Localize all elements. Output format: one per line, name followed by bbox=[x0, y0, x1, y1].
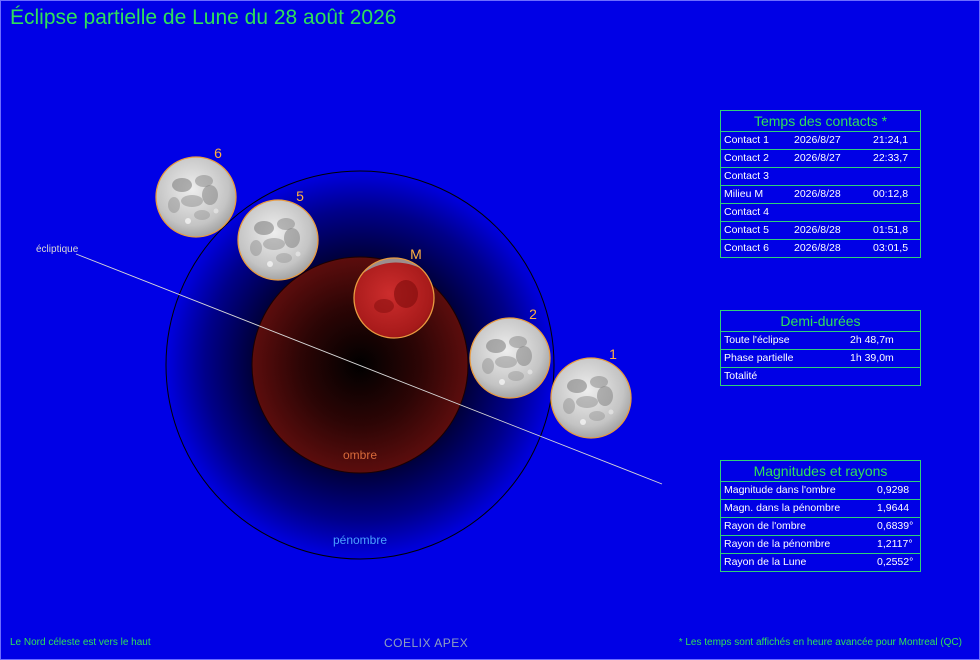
contacts-table: Temps des contacts * Contact 1 2026/8/27 2… bbox=[720, 110, 921, 258]
magnitudes-table: Magnitudes et rayons Magnitude dans l'om… bbox=[720, 460, 921, 572]
table-row: Contact 4 bbox=[721, 204, 920, 222]
moon-label: 2 bbox=[529, 306, 537, 322]
footer-time-note: * Les temps sont affichés en heure avanc… bbox=[678, 637, 962, 648]
table-row: Rayon de la pénombre 1,2117° bbox=[721, 536, 920, 554]
half-durations-table: Demi-durées Toute l'éclipse 2h 48,7m Phas… bbox=[720, 310, 921, 386]
brand-label: COELIX APEX bbox=[384, 636, 469, 650]
table-row: Rayon de l'ombre 0,6839° bbox=[721, 518, 920, 536]
moon-label: 1 bbox=[609, 346, 617, 362]
moon-contact-6 bbox=[155, 156, 237, 238]
magnitudes-header: Magnitudes et rayons bbox=[721, 461, 920, 482]
table-row: Milieu M 2026/8/28 00:12,8 bbox=[721, 186, 920, 204]
table-row: Totalité bbox=[724, 370, 758, 382]
ecliptic-label: écliptique bbox=[36, 244, 79, 255]
moon-label: 6 bbox=[214, 145, 222, 161]
table-row: Toute l'éclipse 2h 48,7m bbox=[721, 332, 920, 350]
table-row: Contact 3 bbox=[721, 168, 920, 186]
table-row: Magn. dans la pénombre 1,9644 bbox=[721, 500, 920, 518]
half-durations-header: Demi-durées bbox=[721, 311, 920, 332]
penumbra-label: pénombre bbox=[333, 533, 387, 547]
moon-contact-2 bbox=[469, 317, 551, 399]
moon-label: 5 bbox=[296, 188, 304, 204]
table-row: Rayon de la Lune 0,2552° bbox=[724, 556, 914, 568]
moon-label: M bbox=[410, 246, 422, 262]
table-row: Contact 1 2026/8/27 21:24,1 bbox=[721, 132, 920, 150]
footer-north-note: Le Nord céleste est vers le haut bbox=[10, 637, 151, 648]
table-row: Contact 5 2026/8/28 01:51,8 bbox=[721, 222, 920, 240]
moon-contact-1 bbox=[550, 357, 632, 439]
umbra-label: ombre bbox=[343, 448, 377, 462]
table-row: Magnitude dans l'ombre 0,9298 bbox=[721, 482, 920, 500]
table-row: Contact 2 2026/8/27 22:33,7 bbox=[721, 150, 920, 168]
contacts-header: Temps des contacts * bbox=[721, 111, 920, 132]
moon-contact-5 bbox=[237, 199, 319, 281]
moon-mid-eclipse bbox=[353, 257, 435, 339]
table-row: Phase partielle 1h 39,0m bbox=[721, 350, 920, 368]
table-row: Contact 6 2026/8/28 03:01,5 bbox=[724, 242, 909, 254]
